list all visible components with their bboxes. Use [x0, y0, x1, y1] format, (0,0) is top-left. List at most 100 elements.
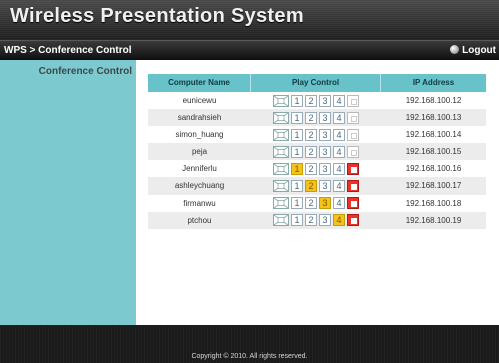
logout-icon: [450, 45, 460, 54]
table-row: ptchou 1 2 3 4 192.168.100.19: [148, 211, 486, 229]
ip-address-cell: 192.168.100.14: [405, 130, 462, 140]
play-slot-3-button[interactable]: 3: [319, 214, 331, 227]
play-control-group: 1234: [251, 212, 381, 229]
table-header: Computer Name Play Control IP Address: [148, 74, 486, 92]
table-row: sandrahsieh 1 2 3 4 192.168.100.13: [148, 109, 486, 127]
stop-icon[interactable]: [347, 128, 359, 141]
play-slot-3-button[interactable]: 3: [319, 111, 331, 124]
play-slot-4-button[interactable]: 4: [333, 111, 345, 124]
header-ip-address: IP Address: [412, 78, 455, 87]
play-slot-2-button[interactable]: 2: [305, 145, 317, 158]
play-slot-3-button[interactable]: 3: [319, 179, 331, 192]
play-control-group: 1234: [251, 109, 381, 126]
play-slot-1-button[interactable]: 1: [291, 162, 303, 175]
play-slot-1-button[interactable]: 1: [291, 128, 303, 141]
quad-split-icon[interactable]: [273, 128, 289, 141]
table-row: ashleychuang 1 2 3 4 192.168.100.17: [148, 177, 486, 195]
play-control-cell: 1234: [251, 126, 381, 143]
stop-icon[interactable]: [347, 179, 359, 192]
breadcrumb: WPS > Conference Control: [4, 45, 132, 56]
table-row: Jenniferlu 1 2 3 4 192.168.100.16: [148, 160, 486, 177]
play-control-cell: 1234: [251, 195, 381, 212]
stop-icon[interactable]: [347, 214, 359, 227]
copyright-text: Copyright © 2010. All rights reserved.: [191, 353, 308, 360]
play-slot-1-button[interactable]: 1: [291, 111, 303, 124]
quad-split-icon[interactable]: [273, 179, 289, 192]
header-computer-name: Computer Name: [148, 74, 251, 92]
table-row: firmanwu 1 2 3 4 192.168.100.18: [148, 195, 486, 212]
play-slot-1-button[interactable]: 1: [291, 197, 303, 210]
main-content: Computer Name Play Control IP Address eu…: [136, 60, 499, 325]
quad-split-icon[interactable]: [273, 94, 289, 107]
computer-name-cell: sandrahsieh: [177, 113, 222, 123]
stop-icon[interactable]: [347, 94, 359, 107]
play-slot-1-button[interactable]: 1: [291, 94, 303, 107]
sidebar: Conference Control: [0, 60, 136, 325]
play-control-group: 1234: [251, 143, 381, 160]
play-slot-4-button[interactable]: 4: [333, 214, 345, 227]
quad-split-icon[interactable]: [273, 162, 289, 175]
play-slot-4-button[interactable]: 4: [333, 179, 345, 192]
ip-address-cell: 192.168.100.17: [405, 181, 462, 191]
play-slot-2-button[interactable]: 2: [305, 94, 317, 107]
play-slot-2-button[interactable]: 2: [305, 179, 317, 192]
nav-bar: WPS > Conference Control Logout: [0, 40, 499, 60]
play-control-group: 1234: [251, 177, 381, 194]
app-title: Wireless Presentation System: [10, 5, 304, 27]
computer-name-cell: eunicewu: [182, 96, 217, 105]
quad-split-icon[interactable]: [273, 111, 289, 124]
ip-address-cell: 192.168.100.12: [405, 96, 462, 105]
play-slot-4-button[interactable]: 4: [333, 162, 345, 175]
stop-icon[interactable]: [347, 111, 359, 124]
play-slot-1-button[interactable]: 1: [291, 214, 303, 227]
play-slot-4-button[interactable]: 4: [333, 128, 345, 141]
table-row: simon_huang 1 2 3 4 192.168.100.14: [148, 126, 486, 143]
computer-name-cell: ptchou: [187, 215, 212, 225]
table-body: eunicewu 1 2 3 4 192.168.100.12 sandrahsieh 1 2 3…: [148, 92, 486, 229]
play-slot-3-button[interactable]: 3: [319, 128, 331, 141]
play-slot-4-button[interactable]: 4: [333, 145, 345, 158]
play-slot-3-button[interactable]: 3: [319, 197, 331, 210]
play-slot-3-button[interactable]: 3: [319, 145, 331, 158]
ip-address-cell: 192.168.100.19: [405, 215, 462, 225]
play-slot-1-button[interactable]: 1: [291, 179, 303, 192]
play-slot-2-button[interactable]: 2: [305, 111, 317, 124]
play-control-group: 1234: [251, 160, 381, 177]
logout-link[interactable]: Logout: [450, 45, 496, 56]
ip-address-cell: 192.168.100.13: [405, 113, 462, 123]
play-slot-4-button[interactable]: 4: [333, 197, 345, 210]
play-control-cell: 1234: [251, 212, 381, 229]
computer-name-cell: simon_huang: [175, 130, 224, 140]
stop-icon[interactable]: [347, 162, 359, 175]
play-slot-2-button[interactable]: 2: [305, 128, 317, 141]
computer-name-cell: peja: [191, 147, 208, 157]
play-slot-2-button[interactable]: 2: [305, 197, 317, 210]
computer-name-cell: ashleychuang: [174, 181, 225, 191]
quad-split-icon[interactable]: [273, 197, 289, 210]
footer: Copyright © 2010. All rights reserved.: [0, 325, 499, 363]
play-slot-3-button[interactable]: 3: [319, 162, 331, 175]
play-slot-2-button[interactable]: 2: [305, 214, 317, 227]
stop-icon[interactable]: [347, 197, 359, 210]
sidebar-item-conference-control[interactable]: Conference Control: [39, 66, 132, 77]
quad-split-icon[interactable]: [273, 145, 289, 158]
stop-icon[interactable]: [347, 145, 359, 158]
conference-table: Computer Name Play Control IP Address eu…: [148, 74, 486, 229]
play-control-cell: 1234: [251, 92, 381, 109]
header-play-control: Play Control: [251, 74, 381, 92]
play-control-cell: 1234: [251, 160, 381, 177]
quad-split-icon[interactable]: [273, 214, 289, 227]
logout-label: Logout: [462, 45, 496, 56]
title-bar: Wireless Presentation System: [0, 0, 499, 40]
ip-address-cell: 192.168.100.18: [405, 198, 462, 208]
ip-address-cell: 192.168.100.16: [405, 164, 462, 174]
play-control-cell: 1234: [251, 143, 381, 160]
play-slot-3-button[interactable]: 3: [319, 94, 331, 107]
play-slot-1-button[interactable]: 1: [291, 145, 303, 158]
play-slot-2-button[interactable]: 2: [305, 162, 317, 175]
play-control-group: 1234: [251, 126, 381, 143]
table-row: eunicewu 1 2 3 4 192.168.100.12: [148, 92, 486, 109]
computer-name-cell: Jenniferlu: [182, 164, 217, 174]
play-control-group: 1234: [251, 195, 381, 212]
play-slot-4-button[interactable]: 4: [333, 94, 345, 107]
